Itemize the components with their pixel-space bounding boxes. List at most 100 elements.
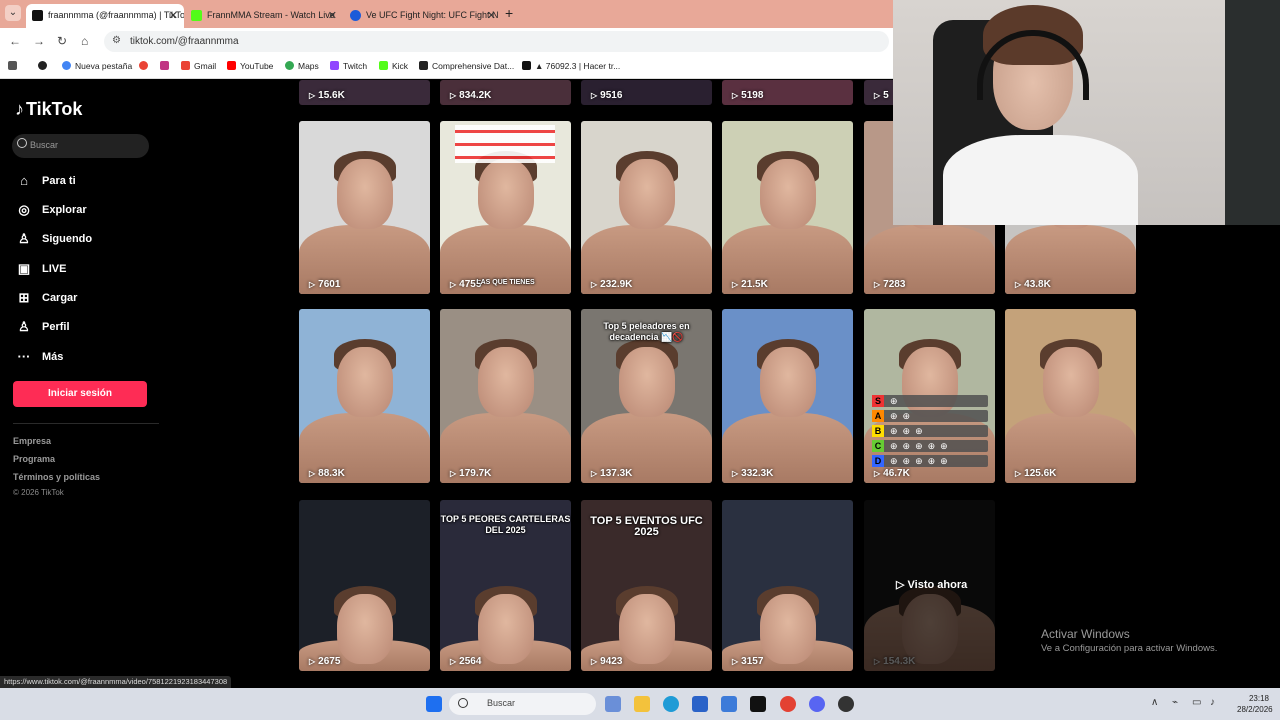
play-icon: ▷ bbox=[732, 91, 739, 100]
video-tile[interactable]: ▷ 5198 bbox=[722, 80, 853, 105]
bookmark-gmail[interactable]: Gmail bbox=[181, 61, 216, 71]
bookmark-twitch[interactable]: Twitch bbox=[330, 61, 367, 71]
view-count-text: 834.2K bbox=[459, 90, 492, 101]
windows-start-icon[interactable] bbox=[426, 696, 442, 712]
close-tab-icon[interactable]: ✕ bbox=[328, 9, 337, 22]
video-tile[interactable]: ▷ 9423 TOP 5 EVENTOS UFC 2025 bbox=[581, 500, 712, 671]
home-icon[interactable]: ⌂ bbox=[81, 34, 88, 48]
close-tab-icon[interactable]: ✕ bbox=[487, 9, 496, 22]
edge-icon[interactable] bbox=[663, 696, 679, 712]
play-icon: ▷ bbox=[309, 91, 316, 100]
tab-kick[interactable]: FrannMMA Stream - Watch Live ✕ bbox=[185, 4, 343, 28]
site-info-icon[interactable]: ⚙ bbox=[112, 35, 121, 46]
footer-empresa[interactable]: Empresa bbox=[13, 436, 51, 446]
video-tile[interactable]: ▷ 46.7K S ⊕ A ⊕⊕ B ⊕⊕⊕ C ⊕⊕⊕⊕⊕ D ⊕⊕⊕⊕⊕ bbox=[864, 309, 995, 483]
back-icon[interactable]: ← bbox=[9, 34, 21, 48]
bookmark-comprehensive[interactable]: Comprehensive Dat... bbox=[419, 61, 514, 71]
nav-cargar[interactable]: ⊞ Cargar bbox=[16, 288, 78, 308]
tab-ufc[interactable]: Ve UFC Fight Night: UFC Fight N ✕ bbox=[344, 4, 502, 28]
video-person-face bbox=[759, 347, 816, 417]
video-tile[interactable]: ▷ 125.6K bbox=[1005, 309, 1136, 483]
video-tile[interactable]: ▷ 15.6K bbox=[299, 80, 430, 105]
nav-label: Para ti bbox=[42, 175, 76, 187]
nav-explorar[interactable]: ◎ Explorar bbox=[16, 200, 86, 220]
bookmark-kick[interactable]: Kick bbox=[379, 61, 408, 71]
video-person-face bbox=[618, 347, 675, 417]
view-count-text: 88.3K bbox=[318, 468, 345, 479]
video-tile[interactable]: ▷ 834.2K bbox=[440, 80, 571, 105]
video-caption-overlay: TOP 5 PEORES CARTELERAS DEL 2025 bbox=[440, 514, 571, 535]
nav-live[interactable]: ▣ LIVE bbox=[16, 259, 67, 279]
tier-row: S ⊕ bbox=[872, 395, 988, 407]
search-icon bbox=[458, 698, 468, 708]
taskbar-search[interactable]: Buscar bbox=[449, 693, 596, 715]
video-tile[interactable]: ▷ 2675 bbox=[299, 500, 430, 671]
play-icon: ▷ bbox=[591, 280, 598, 289]
video-person-face bbox=[901, 594, 958, 664]
video-person-face bbox=[618, 159, 675, 229]
mail-icon[interactable] bbox=[721, 696, 737, 712]
video-tile[interactable]: ▷ 4755 LAS QUE TIENES bbox=[440, 121, 571, 294]
video-tile[interactable]: ▷ 9516 bbox=[581, 80, 712, 105]
view-count: ▷ 2564 bbox=[450, 656, 481, 667]
view-count-text: 179.7K bbox=[459, 468, 492, 479]
tab-search-button[interactable]: ⌄ bbox=[5, 5, 21, 21]
video-tile[interactable]: ▷ 332.3K bbox=[722, 309, 853, 483]
video-tile[interactable]: ▷ 3157 bbox=[722, 500, 853, 671]
video-tile[interactable]: ▷ 137.3K Top 5 peleadores en decadencia 📉🚫 bbox=[581, 309, 712, 483]
play-icon: ▷ bbox=[591, 657, 598, 666]
video-person-face bbox=[336, 347, 393, 417]
screen: ⌄ fraannmma (@fraannmma) | TikTok ✕ Fran… bbox=[0, 0, 1280, 720]
network-icon[interactable]: ⌁ bbox=[1172, 697, 1178, 708]
footer-terminos[interactable]: Términos y políticas bbox=[13, 472, 100, 482]
display-icon[interactable]: ▭ bbox=[1192, 697, 1201, 708]
video-caption-overlay: TOP 5 EVENTOS UFC 2025 bbox=[590, 515, 703, 538]
file-explorer-icon[interactable] bbox=[634, 696, 650, 712]
footer-programa[interactable]: Programa bbox=[13, 454, 55, 464]
view-count-text: 7283 bbox=[883, 279, 906, 290]
nav-para-ti[interactable]: ⌂ Para ti bbox=[16, 171, 76, 191]
video-tile[interactable]: ▷ 179.7K bbox=[440, 309, 571, 483]
tiktok-logo[interactable]: ♪ TikTok bbox=[15, 99, 82, 120]
view-count: ▷ 2675 bbox=[309, 656, 340, 667]
discord-icon[interactable] bbox=[809, 696, 825, 712]
link-status-url: https://www.tiktok.com/@fraannmma/video/… bbox=[0, 676, 232, 688]
nav-mas[interactable]: ··· Más bbox=[16, 347, 64, 367]
activate-windows-subtitle: Ve a Configuración para activar Windows. bbox=[1041, 643, 1218, 654]
bookmark-maps[interactable]: Maps bbox=[285, 61, 319, 71]
chrome-icon[interactable] bbox=[780, 696, 796, 712]
play-icon: ▷ bbox=[591, 469, 598, 478]
tab-title: fraannmma (@fraannmma) | TikTok bbox=[48, 10, 184, 20]
video-tile[interactable]: ▷ 21.5K bbox=[722, 121, 853, 294]
video-tile[interactable]: ▷ 2564 TOP 5 PEORES CARTELERAS DEL 2025 bbox=[440, 500, 571, 671]
clock[interactable]: 23:18 28/2/2026 bbox=[1237, 693, 1273, 715]
search-input[interactable]: Buscar bbox=[12, 134, 149, 158]
nav-siguiendo[interactable]: ♙ Siguendo bbox=[16, 229, 92, 249]
tab-tiktok[interactable]: fraannmma (@fraannmma) | TikTok ✕ bbox=[26, 4, 184, 28]
tradingview-icon[interactable] bbox=[750, 696, 766, 712]
forward-icon[interactable]: → bbox=[33, 34, 45, 48]
play-icon: ▷ bbox=[450, 91, 457, 100]
play-icon: ▷ bbox=[309, 280, 316, 289]
volume-icon[interactable]: ♪ bbox=[1210, 697, 1215, 708]
store-icon[interactable] bbox=[692, 696, 708, 712]
login-button[interactable]: Iniciar sesión bbox=[13, 381, 147, 407]
widgets-icon[interactable] bbox=[605, 696, 621, 712]
reload-icon[interactable]: ↻ bbox=[57, 34, 67, 48]
home-icon: ⌂ bbox=[20, 173, 28, 188]
video-tile[interactable]: ▷ 7601 bbox=[299, 121, 430, 294]
nav-perfil[interactable]: ♙ Perfil bbox=[16, 317, 69, 337]
url-field[interactable]: ⚙ tiktok.com/@fraannmma bbox=[104, 31, 889, 52]
play-icon: ▷ bbox=[732, 469, 739, 478]
app-icon[interactable] bbox=[838, 696, 854, 712]
bookmark-new-tab[interactable]: Nueva pestaña bbox=[62, 61, 132, 71]
close-tab-icon[interactable]: ✕ bbox=[169, 9, 178, 22]
compass-icon: ◎ bbox=[18, 202, 30, 217]
video-tile[interactable]: ▷ 232.9K bbox=[581, 121, 712, 294]
nav-label: Cargar bbox=[42, 292, 78, 304]
new-tab-icon[interactable]: + bbox=[505, 5, 513, 21]
show-hidden-icons[interactable]: ∧ bbox=[1151, 697, 1158, 708]
bookmark-tradingview[interactable]: ▲ 76092.3 | Hacer tr... bbox=[522, 61, 620, 71]
bookmark-youtube[interactable]: YouTube bbox=[227, 61, 273, 71]
video-tile[interactable]: ▷ 88.3K bbox=[299, 309, 430, 483]
